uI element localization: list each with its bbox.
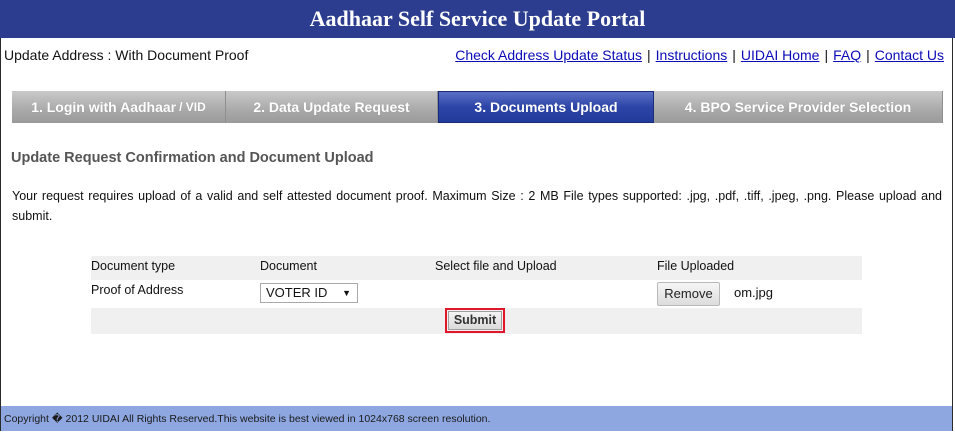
dropdown-arrow-icon: ▼ — [342, 288, 351, 298]
tab-label: 1. Login with Aadhaar — [31, 99, 177, 115]
header-select-file: Select file and Upload — [435, 259, 557, 273]
tab-label: 3. Documents Upload — [474, 99, 618, 115]
tab-data-update-request[interactable]: 2. Data Update Request — [226, 91, 438, 123]
table-header-row: Document type Document Select file and U… — [91, 256, 862, 280]
document-select[interactable]: VOTER ID ▼ — [260, 283, 358, 303]
step-tabs: 1. Login with Aadhaar / VID 2. Data Upda… — [12, 91, 943, 123]
submit-button[interactable]: Submit — [448, 311, 502, 330]
document-upload-table: Document type Document Select file and U… — [91, 256, 862, 334]
remove-button[interactable]: Remove — [657, 282, 720, 306]
copyright-text: Copyright � 2012 UIDAI All Rights Reserv… — [4, 413, 491, 425]
link-instructions[interactable]: Instructions — [656, 47, 728, 63]
link-contact-us[interactable]: Contact Us — [875, 47, 944, 63]
tab-documents-upload[interactable]: 3. Documents Upload — [438, 91, 654, 123]
subheader: Update Address : With Document Proof Che… — [0, 38, 955, 74]
separator: | — [866, 47, 870, 63]
document-select-value: VOTER ID — [266, 285, 328, 300]
header-document-type: Document type — [91, 259, 176, 273]
table-row: Proof of Address VOTER ID ▼ Remove om.jp… — [91, 280, 862, 308]
header-document: Document — [260, 259, 317, 273]
uploaded-file-name: om.jpg — [734, 285, 774, 300]
separator: | — [732, 47, 736, 63]
link-faq[interactable]: FAQ — [833, 47, 861, 63]
page-title: Aadhaar Self Service Update Portal — [309, 6, 646, 31]
header-file-uploaded: File Uploaded — [657, 259, 735, 273]
footer: Copyright � 2012 UIDAI All Rights Reserv… — [1, 406, 952, 431]
submit-row: Submit — [91, 308, 862, 334]
tab-label: 4. BPO Service Provider Selection — [684, 99, 912, 115]
link-uidai-home[interactable]: UIDAI Home — [741, 47, 820, 63]
content-title: Update Request Confirmation and Document… — [11, 150, 374, 166]
tab-label: 2. Data Update Request — [253, 99, 410, 115]
link-check-address-status[interactable]: Check Address Update Status — [455, 47, 642, 63]
tab-label-suffix: / VID — [179, 100, 206, 114]
top-nav-links: Check Address Update Status | Instructions… — [455, 47, 944, 63]
document-type-cell: Proof of Address — [91, 283, 184, 297]
section-label: Update Address : With Document Proof — [4, 47, 249, 63]
separator: | — [647, 47, 651, 63]
page-title-bar: Aadhaar Self Service Update Portal — [0, 0, 955, 38]
submit-highlight: Submit — [445, 308, 505, 333]
separator: | — [824, 47, 829, 63]
upload-instructions: Your request requires upload of a valid … — [12, 189, 942, 223]
tab-login-with-aadhaar[interactable]: 1. Login with Aadhaar / VID — [12, 91, 226, 123]
tab-bpo-service-provider-selection[interactable]: 4. BPO Service Provider Selection — [654, 91, 943, 123]
